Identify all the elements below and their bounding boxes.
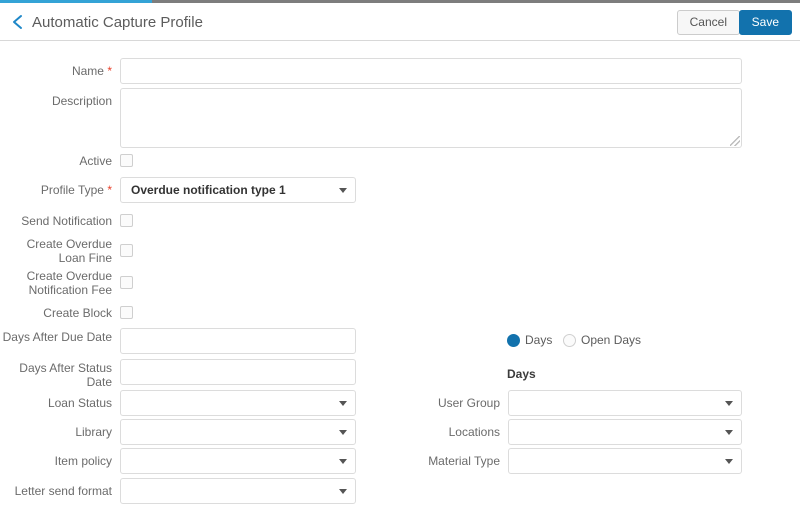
field-label-description: Description (2, 94, 112, 108)
label-text: Days After Due Date (2, 330, 112, 344)
field-label-send-notification: Send Notification (2, 214, 112, 228)
field-label-locations: Locations (380, 425, 500, 439)
label-text: Create Block (43, 306, 112, 320)
radio-label-days[interactable]: Days (525, 334, 552, 347)
chevron-down-icon[interactable] (339, 489, 347, 494)
select-material-type[interactable] (508, 448, 742, 474)
input-name[interactable] (120, 58, 742, 84)
label-text: Letter send format (14, 484, 112, 498)
label-text: Material Type (428, 454, 500, 468)
field-label-create-block: Create Block (2, 306, 112, 320)
select-user-group[interactable] (508, 390, 742, 416)
field-label-library: Library (2, 425, 112, 439)
select-profile-type[interactable]: Overdue notification type 1 (120, 177, 356, 203)
label-text: User Group (437, 396, 500, 410)
field-label-create-overdue-notification-fee: Create Overdue Notification Fee (2, 269, 112, 297)
resize-handle-icon[interactable] (730, 136, 740, 146)
field-label-user-group: User Group (380, 396, 500, 410)
days-group-heading: Days (507, 367, 536, 381)
required-marker: * (103, 183, 112, 197)
radio-days[interactable] (507, 334, 520, 347)
radio-open-days[interactable] (563, 334, 576, 347)
page-header: Automatic Capture Profile Cancel Save (0, 3, 800, 41)
checkbox-active[interactable] (120, 154, 133, 167)
label-text: Name (71, 64, 104, 78)
save-button[interactable]: Save (738, 10, 792, 35)
field-label-loan-status: Loan Status (2, 396, 112, 410)
input-days-after-status-date[interactable] (120, 359, 356, 385)
field-label-name: Name * (2, 64, 112, 78)
field-label-days-after-status-date: Days After Status Date (2, 361, 112, 389)
required-marker: * (103, 64, 112, 78)
select-locations[interactable] (508, 419, 742, 445)
cancel-button[interactable]: Cancel (676, 10, 740, 35)
radio-label-open-days[interactable]: Open Days (581, 334, 641, 347)
field-label-letter-send-format: Letter send format (2, 484, 112, 498)
select-item-policy[interactable] (120, 448, 356, 474)
label-text: Locations (448, 425, 500, 439)
label-text: Days After Status Date (19, 361, 112, 389)
label-text: Library (75, 425, 112, 439)
field-label-create-overdue-loan-fine: Create Overdue Loan Fine (2, 237, 112, 265)
chevron-down-icon[interactable] (339, 430, 347, 435)
checkbox-create-overdue-loan-fine[interactable] (120, 244, 133, 257)
input-days-after-due-date[interactable] (120, 328, 356, 354)
checkbox-send-notification[interactable] (120, 214, 133, 227)
field-label-active: Active (2, 154, 112, 168)
label-text: Description (51, 94, 112, 108)
label-text: Create Overdue Loan Fine (26, 237, 112, 265)
label-text: Send Notification (21, 214, 112, 228)
select-letter-send-format[interactable] (120, 478, 356, 504)
checkbox-create-block[interactable] (120, 306, 133, 319)
label-text: Loan Status (47, 396, 112, 410)
profile-form: Name * Description Active Profile Type * Ove… (0, 42, 800, 509)
textarea-description[interactable] (120, 88, 742, 148)
chevron-left-icon[interactable] (8, 12, 28, 32)
label-text: Profile Type (40, 183, 104, 197)
chevron-down-icon[interactable] (339, 401, 347, 406)
chevron-down-icon[interactable] (725, 459, 733, 464)
select-value-profile-type: Overdue notification type 1 (131, 183, 286, 197)
field-label-item-policy: Item policy (2, 454, 112, 468)
field-label-profile-type: Profile Type * (2, 183, 112, 197)
field-label-days-after-due-date: Days After Due Date (2, 330, 112, 344)
chevron-down-icon[interactable] (725, 430, 733, 435)
select-loan-status[interactable] (120, 390, 356, 416)
field-label-material-type: Material Type (380, 454, 500, 468)
checkbox-create-overdue-notification-fee[interactable] (120, 276, 133, 289)
label-text: Item policy (54, 454, 112, 468)
label-text: Active (79, 154, 112, 168)
label-text: Create Overdue Notification Fee (26, 269, 112, 297)
select-library[interactable] (120, 419, 356, 445)
chevron-down-icon[interactable] (725, 401, 733, 406)
chevron-down-icon[interactable] (339, 459, 347, 464)
chevron-down-icon[interactable] (339, 188, 347, 193)
page-title: Automatic Capture Profile (32, 14, 203, 31)
